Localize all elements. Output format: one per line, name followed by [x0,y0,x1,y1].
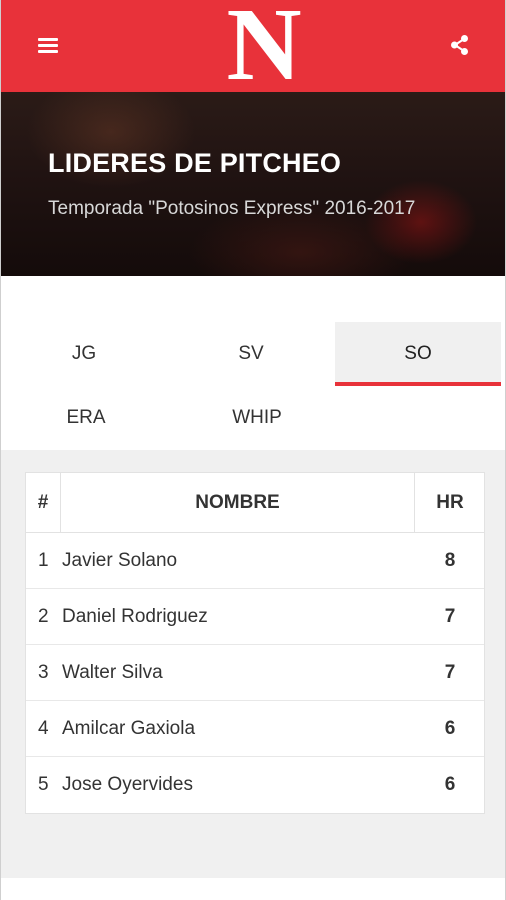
player-name: Amilcar Gaxiola [62,718,196,739]
stat-tabs: JG SV SO ERA WHIP [1,322,505,448]
player-name: Daniel Rodriguez [62,606,208,627]
tab-sv[interactable]: SV [167,322,335,386]
brand-logo[interactable]: N [219,0,309,97]
row-rank: 4 [38,718,49,739]
tab-whip[interactable]: WHIP [171,386,343,450]
stat-value: 6 [444,718,456,739]
player-name: Jose Oyervides [62,774,193,795]
share-icon[interactable] [449,34,471,56]
leaders-section: # NOMBRE HR 1 Javier Solano 8 2 Daniel R… [1,450,505,878]
table-row: 5 Jose Oyervides 6 [26,757,484,813]
column-header-stat: HR [436,492,464,513]
player-name: Walter Silva [62,662,163,683]
stat-value: 6 [444,774,456,795]
top-bar: N [1,0,505,97]
tab-era[interactable]: ERA [1,386,171,450]
table-row: 2 Daniel Rodriguez 7 [26,589,484,645]
table-row: 4 Amilcar Gaxiola 6 [26,701,484,757]
leaders-table: # NOMBRE HR 1 Javier Solano 8 2 Daniel R… [25,472,485,814]
stat-value: 7 [444,606,456,627]
table-row: 1 Javier Solano 8 [26,533,484,589]
menu-icon[interactable] [38,38,58,54]
column-header-name: NOMBRE [61,473,415,533]
app-frame: N LIDERES DE PITCHEO Temporada "Potosino… [0,0,506,900]
page-title: LIDERES DE PITCHEO [48,148,342,178]
tab-so[interactable]: SO [335,322,501,386]
stat-value: 7 [444,662,456,683]
row-rank: 2 [38,606,49,627]
player-name: Javier Solano [62,550,178,571]
table-header: # NOMBRE HR [26,473,484,533]
page-subtitle: Temporada "Potosinos Express" 2016-2017 [48,198,416,219]
row-rank: 3 [38,662,49,683]
stat-value: 8 [444,550,456,571]
tab-jg[interactable]: JG [1,322,167,386]
column-header-number: # [26,473,61,533]
row-rank: 1 [38,550,49,571]
row-rank: 5 [38,774,49,795]
hero-banner: LIDERES DE PITCHEO Temporada "Potosinos … [1,92,505,276]
table-row: 3 Walter Silva 7 [26,645,484,701]
